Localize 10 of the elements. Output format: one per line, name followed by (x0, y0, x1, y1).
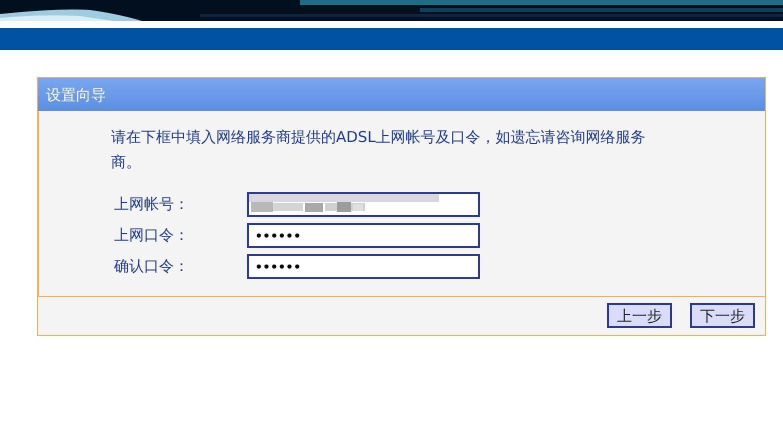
back-button[interactable]: 上一步 (607, 303, 672, 328)
input-field[interactable]: •••••• (247, 223, 480, 248)
field-label: 上网口令： (113, 225, 190, 246)
instruction-text: 请在下框中填入网络服务商提供的ADSL上网帐号及口令，如遗忘请咨询网络服务商。 (111, 127, 647, 173)
field-label: 确认口令： (113, 256, 190, 278)
panel-title: 设置向导 (38, 78, 765, 111)
next-button[interactable]: 下一步 (690, 303, 755, 328)
input-field[interactable] (247, 192, 480, 217)
field-label: 上网帐号： (113, 194, 190, 216)
input-field[interactable]: •••••• (247, 254, 480, 279)
